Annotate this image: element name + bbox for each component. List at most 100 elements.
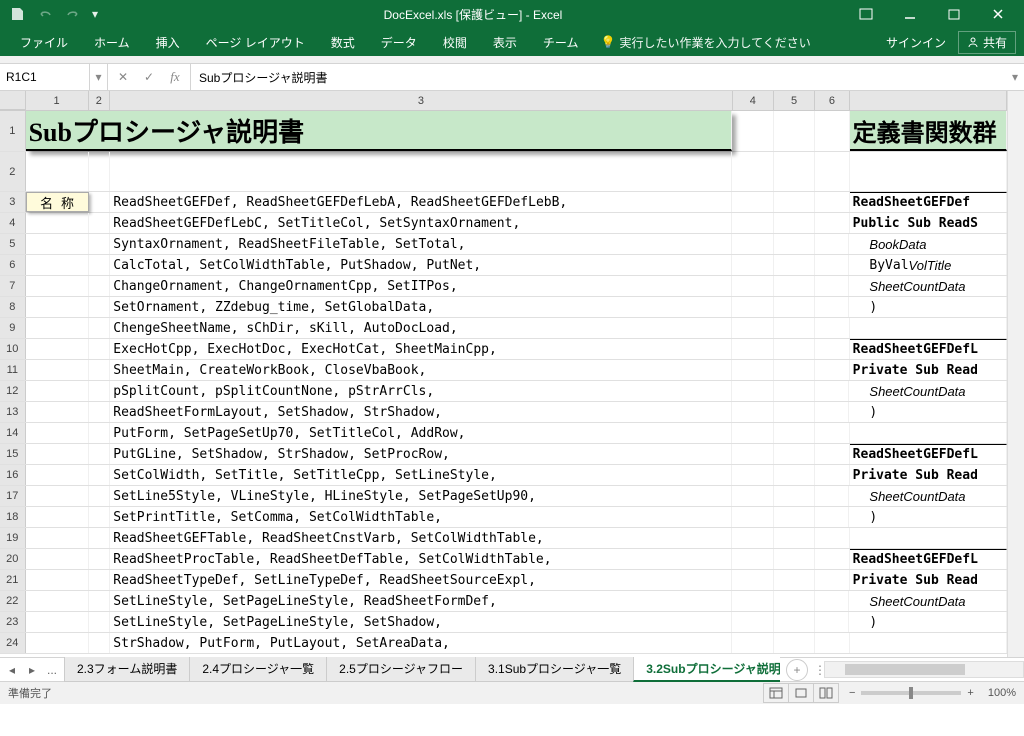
cell[interactable]	[26, 633, 89, 653]
side-cell[interactable]: SheetCountData	[849, 381, 1007, 401]
side-cell[interactable]: ReadSheetGEFDefL	[850, 549, 1007, 569]
side-cell[interactable]: )	[849, 612, 1007, 632]
cell[interactable]	[732, 234, 773, 254]
row-header[interactable]: 5	[0, 234, 26, 254]
cell[interactable]	[815, 423, 850, 443]
cell[interactable]	[774, 360, 815, 380]
cell[interactable]	[89, 152, 111, 191]
data-cell[interactable]: CalcTotal, SetColWidthTable, PutShadow, …	[110, 255, 732, 275]
cell[interactable]	[774, 255, 815, 275]
cell[interactable]	[815, 633, 850, 653]
col-header[interactable]: 3	[110, 91, 732, 110]
tab-formulas[interactable]: 数式	[319, 30, 367, 55]
cell[interactable]	[850, 152, 1007, 191]
cell[interactable]	[774, 549, 815, 569]
data-cell[interactable]: PutForm, SetPageSetUp70, SetTitleCol, Ad…	[110, 423, 732, 443]
row-header[interactable]: 22	[0, 591, 26, 611]
cell[interactable]	[815, 297, 850, 317]
enter-formula-icon[interactable]: ✓	[138, 66, 160, 88]
row-header[interactable]: 19	[0, 528, 26, 548]
cell[interactable]	[732, 570, 773, 590]
cell[interactable]	[732, 402, 773, 422]
sheet-tab[interactable]: 3.1Subプロシージャ一覧	[475, 657, 634, 682]
side-cell[interactable]: SheetCountData	[849, 486, 1007, 506]
cell[interactable]	[732, 339, 773, 359]
col-header[interactable]: 1	[26, 91, 89, 110]
cell[interactable]	[815, 507, 850, 527]
row-header[interactable]: 24	[0, 633, 26, 653]
cell[interactable]	[815, 402, 850, 422]
data-cell[interactable]: pSplitCount, pSplitCountNone, pStrArrCls…	[110, 381, 732, 401]
zoom-slider[interactable]	[861, 691, 961, 695]
zoom-out-button[interactable]: −	[849, 687, 855, 699]
tab-nav-more[interactable]: ...	[46, 663, 58, 677]
cell[interactable]	[774, 381, 815, 401]
side-cell[interactable]	[850, 528, 1007, 548]
row-header[interactable]: 8	[0, 297, 26, 317]
label-cell[interactable]: 名 称	[26, 192, 89, 212]
cell[interactable]	[732, 549, 773, 569]
cell[interactable]	[26, 402, 89, 422]
row-header[interactable]: 17	[0, 486, 26, 506]
side-title-cell[interactable]: 定義書関数群	[850, 111, 1007, 151]
row-header[interactable]: 21	[0, 570, 26, 590]
cell[interactable]	[26, 318, 89, 338]
cancel-formula-icon[interactable]: ✕	[112, 66, 134, 88]
select-all-corner[interactable]	[0, 91, 26, 110]
side-cell[interactable]: ReadSheetGEFDefL	[850, 339, 1007, 359]
side-cell[interactable]: ReadSheetGEFDef	[850, 192, 1007, 212]
maximize-icon[interactable]	[932, 0, 976, 28]
cell[interactable]	[774, 486, 815, 506]
cell[interactable]	[774, 528, 815, 548]
data-cell[interactable]: SetPrintTitle, SetComma, SetColWidthTabl…	[110, 507, 732, 527]
cell[interactable]	[732, 465, 773, 485]
cell[interactable]	[89, 402, 111, 422]
horizontal-scrollbar[interactable]	[824, 661, 1024, 678]
tab-nav-next-icon[interactable]: ▸	[26, 663, 38, 677]
cell[interactable]	[89, 360, 111, 380]
row-header[interactable]: 23	[0, 612, 26, 632]
cell[interactable]	[774, 402, 815, 422]
cell[interactable]	[89, 528, 111, 548]
row-header[interactable]: 7	[0, 276, 26, 296]
side-cell[interactable]: BookData	[849, 234, 1007, 254]
cell[interactable]	[89, 339, 111, 359]
name-box[interactable]: R1C1	[0, 64, 90, 90]
cell[interactable]	[89, 297, 111, 317]
row-header[interactable]: 15	[0, 444, 26, 464]
cell[interactable]	[732, 111, 773, 151]
side-cell[interactable]	[850, 423, 1007, 443]
name-box-dropdown-icon[interactable]: ▾	[90, 64, 108, 90]
cell[interactable]	[26, 234, 89, 254]
cell[interactable]	[732, 360, 773, 380]
formula-input[interactable]: Subプロシージャ説明書	[191, 64, 1006, 90]
cell[interactable]	[774, 192, 815, 212]
side-cell[interactable]: )	[849, 297, 1007, 317]
col-header[interactable]: 6	[815, 91, 849, 110]
side-cell[interactable]: )	[849, 507, 1007, 527]
row-header[interactable]: 2	[0, 152, 26, 191]
side-cell[interactable]: Private Sub Read	[850, 360, 1007, 380]
row-header[interactable]: 3	[0, 192, 26, 212]
tellme-search[interactable]: 💡 実行したい作業を入力してください	[600, 34, 810, 51]
data-cell[interactable]: ReadSheetGEFDefLebC, SetTitleCol, SetSyn…	[110, 213, 732, 233]
cell[interactable]	[815, 339, 850, 359]
cell[interactable]	[774, 633, 815, 653]
cell[interactable]	[774, 276, 815, 296]
side-cell[interactable]: Public Sub ReadS	[850, 213, 1007, 233]
cell[interactable]	[732, 276, 773, 296]
worksheet-grid[interactable]: 1 2 3 4 5 6 1 Subプロシージャ説明書 定義書関数群 2 3 名 …	[0, 91, 1007, 657]
cell[interactable]	[815, 152, 850, 191]
tab-review[interactable]: 校閲	[431, 30, 479, 55]
add-sheet-button[interactable]: +	[786, 659, 808, 681]
cell[interactable]	[815, 549, 850, 569]
view-page-break-icon[interactable]	[813, 683, 839, 703]
title-cell[interactable]: Subプロシージャ説明書	[26, 111, 733, 151]
cell[interactable]	[774, 465, 815, 485]
cell[interactable]	[26, 549, 89, 569]
cell[interactable]	[774, 423, 815, 443]
side-cell[interactable]	[850, 318, 1007, 338]
cell[interactable]	[732, 591, 773, 611]
cell[interactable]	[26, 213, 89, 233]
fx-icon[interactable]: fx	[164, 66, 186, 88]
